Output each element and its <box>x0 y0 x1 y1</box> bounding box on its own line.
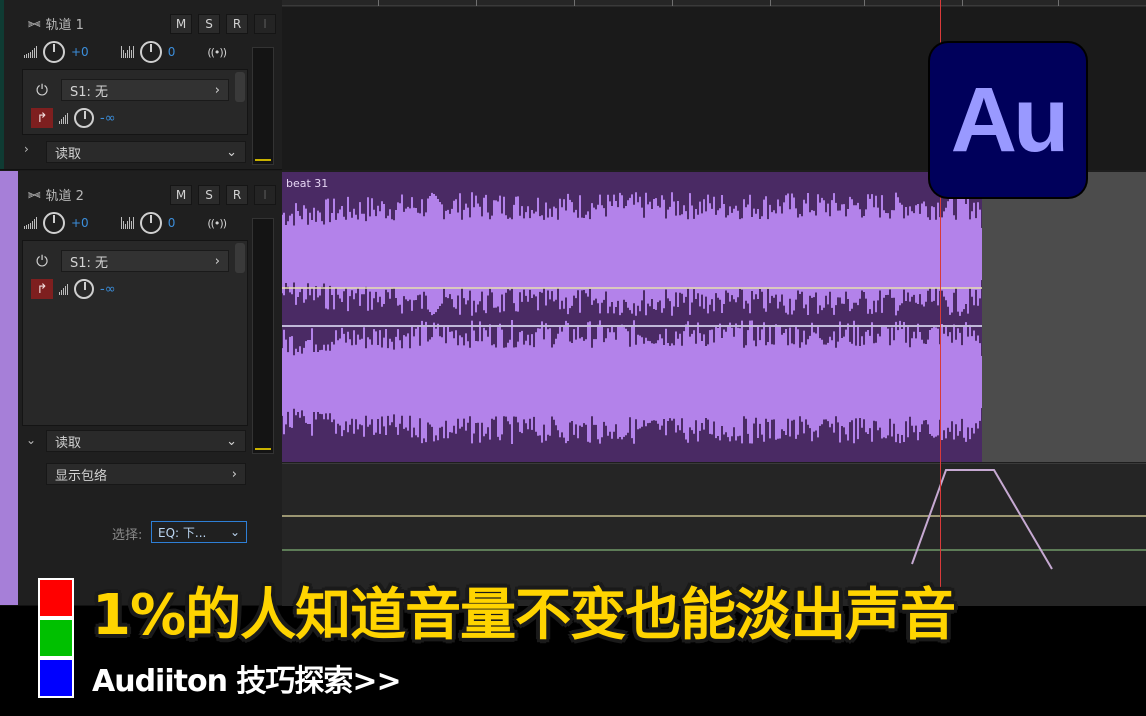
blue-square-icon <box>38 658 74 698</box>
stereo-balance-icon[interactable]: ((•)) <box>207 217 227 230</box>
send-level-icon <box>59 112 68 124</box>
chevron-right-icon[interactable]: › <box>24 142 29 156</box>
video-title: 1%的人知道音量不变也能淡出声音 <box>92 583 956 648</box>
automation-mode-label: 读取 <box>55 146 82 162</box>
send-level-icon <box>59 283 68 295</box>
send-value[interactable]: -∞ <box>100 282 116 297</box>
send-row: ↱ -∞ <box>31 108 116 128</box>
record-arm-button[interactable]: R <box>226 185 248 205</box>
waveform-icon: ⫸⫷ <box>28 187 41 201</box>
pan-value[interactable]: 0 <box>168 216 176 230</box>
volume-knob[interactable] <box>43 212 65 234</box>
audition-logo: Au <box>930 43 1086 197</box>
green-square-icon <box>38 618 74 658</box>
track1-fx-rack: ⏻ S1: 无 › ↱ -∞ <box>22 69 248 135</box>
stereo-balance-icon[interactable]: ((•)) <box>207 46 227 59</box>
pan-icon <box>120 217 134 229</box>
envelope-parameter-select[interactable]: EQ: 下... ⌄ <box>151 521 247 543</box>
power-icon[interactable]: ⏻ <box>31 250 53 272</box>
chevron-right-icon: › <box>214 82 220 98</box>
track2-volume-pan-row: +0 0 ((•)) <box>24 212 227 234</box>
select-label: 选择: <box>112 528 143 543</box>
chevron-down-icon: ⌄ <box>226 144 237 160</box>
automation-mode-dropdown[interactable]: 读取 ⌄ <box>46 141 246 163</box>
volume-icon <box>24 217 37 229</box>
fx-slot-select[interactable]: S1: 无 › <box>61 79 229 101</box>
send-knob[interactable] <box>74 108 94 128</box>
chevron-down-icon[interactable]: ⌄ <box>26 433 36 447</box>
monitor-input-button[interactable]: I <box>254 14 276 34</box>
chevron-down-icon: ⌄ <box>229 525 240 539</box>
waveform <box>282 192 982 444</box>
waveform-body <box>282 227 982 281</box>
chevron-right-icon: › <box>214 253 220 269</box>
pan-knob[interactable] <box>139 41 162 63</box>
audition-multitrack-editor: beat 31 ⫸⫷ 轨道 1 M S R I +0 0 ((•)) ⏻ S1:… <box>0 0 1146 716</box>
fx-slot: ⏻ S1: 无 › <box>31 249 229 273</box>
fx-slot-select[interactable]: S1: 无 › <box>61 250 229 272</box>
track2-fx-rack: ⏻ S1: 无 › ↱ -∞ <box>22 240 248 426</box>
waveform-icon: ⫸⫷ <box>28 16 41 30</box>
pan-icon <box>120 46 134 58</box>
automation-mode-dropdown[interactable]: 读取 ⌄ <box>46 430 246 452</box>
fx-scrollbar[interactable] <box>235 72 245 102</box>
show-envelopes-label: 显示包络 <box>55 468 108 484</box>
track2-color-strip <box>0 171 18 605</box>
track1-color-strip <box>0 0 4 169</box>
track1-level-meter <box>252 47 274 165</box>
mute-button[interactable]: M <box>170 185 192 205</box>
fx-slot: ⏻ S1: 无 › <box>31 78 229 102</box>
chevron-down-icon: ⌄ <box>226 433 237 449</box>
automation-mode-label: 读取 <box>55 435 82 451</box>
send-row: ↱ -∞ <box>31 279 116 299</box>
fx-slot-label: S1: 无 <box>70 84 109 100</box>
monitor-input-button[interactable]: I <box>254 185 276 205</box>
track1-msr-buttons: M S R I <box>170 14 276 34</box>
envelope-parameter-value: EQ: 下... <box>158 525 207 540</box>
video-subtitle: Audiiton 技巧探索>> <box>92 664 402 699</box>
fx-scrollbar[interactable] <box>235 243 245 273</box>
solo-button[interactable]: S <box>198 14 220 34</box>
track2-level-meter <box>252 218 274 454</box>
record-arm-button[interactable]: R <box>226 14 248 34</box>
volume-icon <box>24 46 37 58</box>
track1-name-row: ⫸⫷ 轨道 1 <box>28 14 84 33</box>
pan-knob[interactable] <box>139 212 162 234</box>
send-icon[interactable]: ↱ <box>31 279 53 299</box>
red-square-icon <box>38 578 74 618</box>
logo-text: Au <box>950 68 1070 171</box>
send-value[interactable]: -∞ <box>100 111 116 126</box>
track1-name[interactable]: 轨道 1 <box>46 14 84 33</box>
send-knob[interactable] <box>74 279 94 299</box>
clip-name: beat 31 <box>286 177 329 190</box>
solo-button[interactable]: S <box>198 185 220 205</box>
fx-slot-label: S1: 无 <box>70 255 109 271</box>
show-envelopes-button[interactable]: 显示包络 › <box>46 463 246 485</box>
track2-name-row: ⫸⫷ 轨道 2 <box>28 185 84 204</box>
volume-value[interactable]: +0 <box>71 216 89 230</box>
track1-volume-pan-row: +0 0 ((•)) <box>24 41 227 63</box>
audio-clip[interactable]: beat 31 <box>282 172 982 462</box>
volume-value[interactable]: +0 <box>71 45 89 59</box>
track2-name[interactable]: 轨道 2 <box>46 185 84 204</box>
track1-header: ⫸⫷ 轨道 1 M S R I +0 0 ((•)) ⏻ S1: 无 › ↱ -… <box>0 0 282 170</box>
mute-button[interactable]: M <box>170 14 192 34</box>
power-icon[interactable]: ⏻ <box>31 79 53 101</box>
eq-envelope-curve <box>911 469 1053 570</box>
send-icon[interactable]: ↱ <box>31 108 53 128</box>
track2-msr-buttons: M S R I <box>170 185 276 205</box>
volume-knob[interactable] <box>43 41 65 63</box>
pan-value[interactable]: 0 <box>168 45 176 59</box>
waveform-body <box>282 355 982 409</box>
chevron-right-icon: › <box>231 466 237 482</box>
